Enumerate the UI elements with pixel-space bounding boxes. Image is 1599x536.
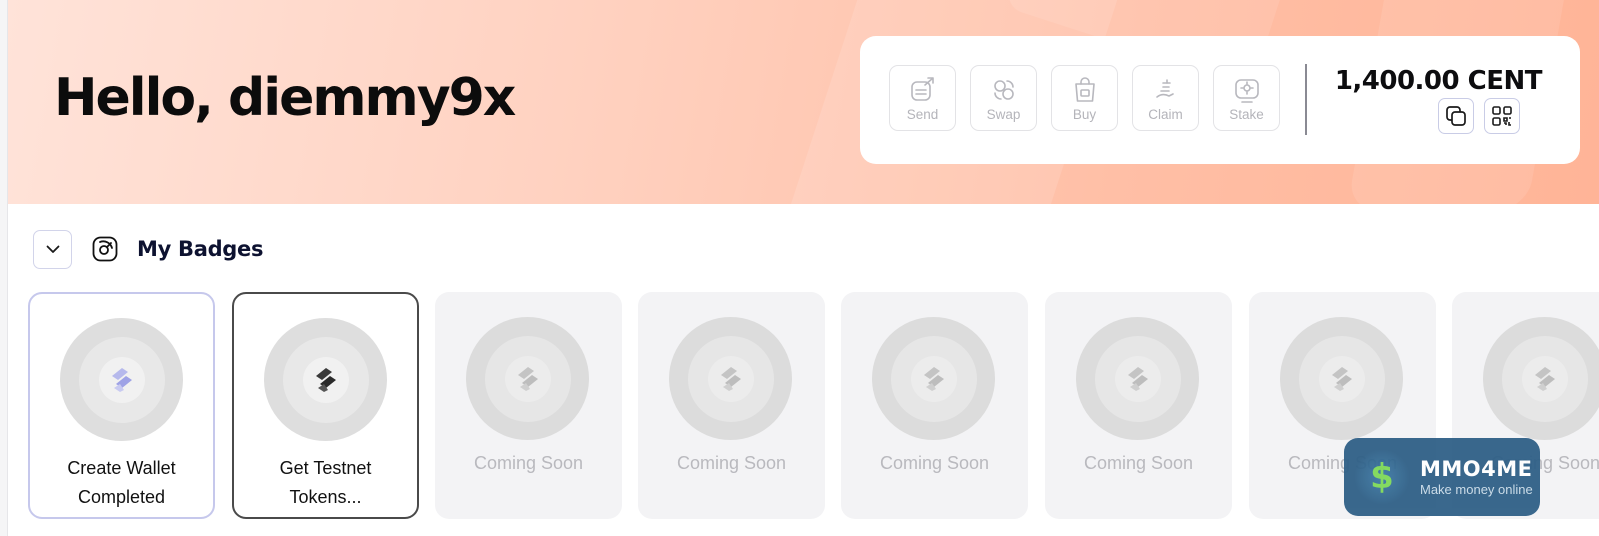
stake-button[interactable]: Stake [1213,65,1280,131]
network-logo-icon [517,366,538,391]
badge-label-line: Get Testnet [279,458,372,478]
copy-address-button[interactable] [1438,98,1474,134]
network-logo-icon [1331,366,1352,391]
watermark-subtitle: Make money online [1420,482,1533,497]
copy-icon [1446,106,1466,126]
chevron-down-icon [46,245,59,253]
badge-card-get-testnet-tokens[interactable]: Get Testnet Tokens... [232,292,419,519]
badge-label-line: Create Wallet [67,458,176,478]
dollar-coin-icon: $ [1354,449,1410,505]
badge-medal [1076,317,1199,440]
section-title: My Badges [137,237,264,261]
wallet-divider [1305,64,1307,135]
network-logo-icon [1534,366,1555,391]
show-qr-button[interactable] [1484,98,1520,134]
badge-card-create-wallet[interactable]: Create Wallet Completed [28,292,215,519]
badge-label: Coming Soon [1083,453,1194,473]
send-label: Send [906,106,939,122]
network-logo-icon [720,366,741,391]
buy-button[interactable]: Buy [1051,65,1118,131]
badge-medal [669,317,792,440]
badge-card-coming-soon: Coming Soon [638,292,825,519]
send-button[interactable]: Send [889,65,956,131]
badge-label: Coming Soon [879,453,990,473]
greeting-title: Hello, diemmy9x [54,68,516,128]
badge-label: Coming Soon [676,453,787,473]
collapse-badges-button[interactable] [33,229,72,269]
badge-medal [1280,317,1403,440]
badge-label: Coming Soon [473,453,584,473]
wallet-balance: 1,400.00 CENT [1334,66,1543,96]
network-logo-icon [923,366,944,391]
qr-code-icon [1492,106,1512,126]
network-logo-icon [315,367,336,392]
watermark-logo: $ MMO4ME Make money online [1344,438,1540,516]
network-logo-icon [111,367,132,392]
watermark-text: MMO4ME Make money online [1420,457,1533,497]
swap-icon [993,79,1014,100]
watermark-symbol: $ [1370,457,1394,497]
badge-medal [1483,317,1599,440]
claim-label: Claim [1148,106,1183,122]
buy-icon [1074,76,1095,102]
wallet-card: Send Swap Buy Claim Stake 1,400.00 CENT [860,36,1580,164]
badge-card-coming-soon: Coming Soon [435,292,622,519]
stake-label: Stake [1229,106,1264,122]
stake-icon [1234,78,1259,103]
badge-card-coming-soon: Coming Soon [841,292,1028,519]
swap-button[interactable]: Swap [970,65,1037,131]
watermark-title: MMO4ME [1420,457,1533,481]
claim-button[interactable]: Claim [1132,65,1199,131]
badges-header: My Badges [33,229,263,269]
badge-label-line: Completed [77,487,166,507]
badge-medal [872,317,995,440]
badge-label: Create Wallet Completed [30,454,213,512]
badge-medal [60,318,183,441]
badge-label-line: Tokens... [289,487,362,507]
claim-icon [1155,78,1174,98]
badge-icon [91,235,119,263]
badge-medal [466,317,589,440]
badge-card-coming-soon: Coming Soon [1045,292,1232,519]
buy-label: Buy [1072,106,1097,122]
send-icon [910,76,934,101]
badge-label: Get Testnet Tokens... [234,454,417,512]
badge-medal [264,318,387,441]
network-logo-icon [1127,366,1148,391]
swap-label: Swap [986,106,1021,122]
